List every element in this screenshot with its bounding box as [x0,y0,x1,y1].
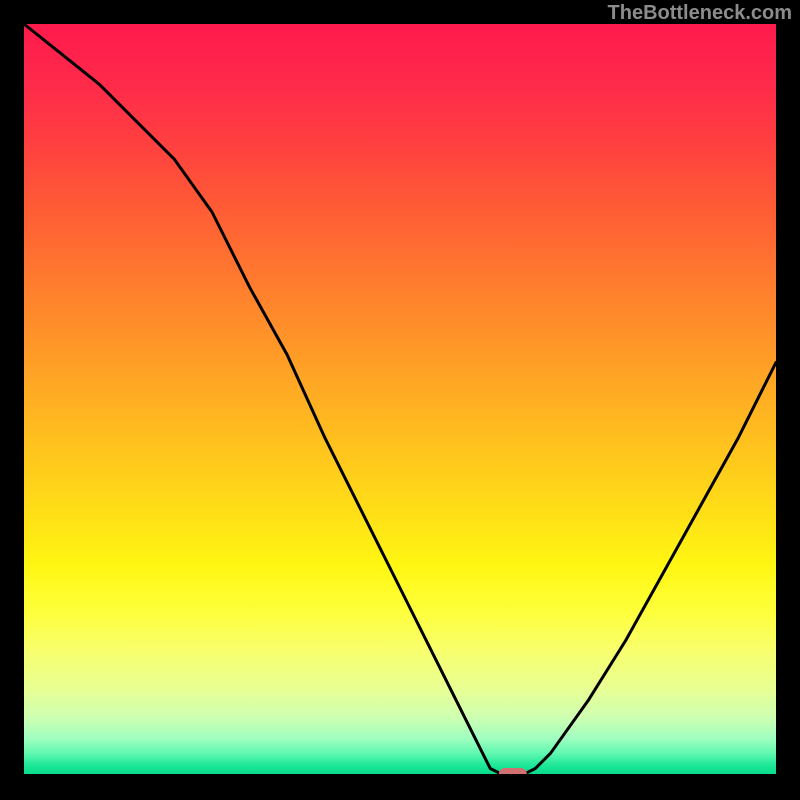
plot-svg [24,24,776,776]
watermark: TheBottleneck.com [608,2,792,25]
bottleneck-curve [24,24,776,776]
plot-area [24,24,776,776]
chart-container: TheBottleneck.com [0,0,800,800]
